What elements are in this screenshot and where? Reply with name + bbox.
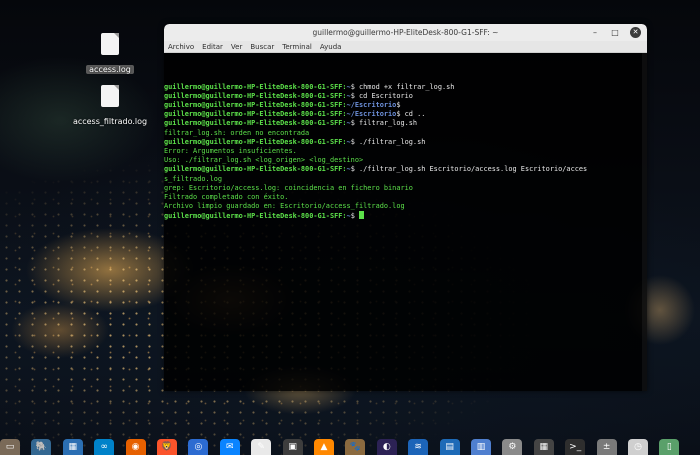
command-output: Filtrado completado con éxito. bbox=[164, 193, 289, 202]
terminal-line: Archivo limpio guardado en: Escritorio/a… bbox=[164, 202, 645, 211]
menu-terminal[interactable]: Terminal bbox=[282, 43, 312, 51]
shell-prompt: guillermo@guillermo-HP-EliteDesk-800-G1-… bbox=[164, 110, 347, 119]
terminal-icon[interactable]: >_ bbox=[565, 439, 586, 455]
close-button[interactable]: ✕ bbox=[630, 27, 641, 38]
text-file-icon bbox=[101, 33, 119, 55]
command-text: $ cd .. bbox=[396, 110, 426, 119]
terminal-line: guillermo@guillermo-HP-EliteDesk-800-G1-… bbox=[164, 138, 645, 147]
terminal-output[interactable]: guillermo@guillermo-HP-EliteDesk-800-G1-… bbox=[164, 53, 647, 391]
text-file-icon bbox=[101, 85, 119, 107]
command-text: $ bbox=[396, 101, 401, 110]
wireshark-icon[interactable]: ≋ bbox=[408, 439, 429, 455]
shell-prompt: guillermo@guillermo-HP-EliteDesk-800-G1-… bbox=[164, 101, 347, 110]
desktop-icon-access-filtrado-log[interactable]: access_filtrado.log bbox=[65, 85, 155, 128]
system-monitor-icon[interactable]: ▦ bbox=[533, 439, 554, 455]
desktop-icon-label: access_filtrado.log bbox=[72, 117, 148, 126]
terminal-line: guillermo@guillermo-HP-EliteDesk-800-G1-… bbox=[164, 119, 645, 128]
command-text: $ ./filtrar_log.sh bbox=[350, 137, 426, 146]
command-text: $ bbox=[350, 212, 360, 221]
menu-ayuda[interactable]: Ayuda bbox=[320, 43, 342, 51]
command-text: $ cd Escritorio bbox=[350, 91, 413, 100]
terminal-line: Uso: ./filtrar_log.sh <log_origen> <log_… bbox=[164, 156, 645, 165]
desktop-icon-label: access.log bbox=[86, 65, 134, 74]
clock-icon[interactable]: ◷ bbox=[628, 439, 648, 455]
menu-buscar[interactable]: Buscar bbox=[250, 43, 274, 51]
text-editor-icon[interactable]: ✎ bbox=[251, 439, 272, 455]
command-output: Archivo limpio guardado en: Escritorio/a… bbox=[164, 202, 405, 211]
vlc-icon[interactable]: ▲ bbox=[314, 439, 334, 455]
terminal-line: guillermo@guillermo-HP-EliteDesk-800-G1-… bbox=[164, 92, 645, 101]
window-titlebar[interactable]: guillermo@guillermo-HP-EliteDesk-800-G1-… bbox=[164, 24, 647, 41]
dock: ▭ 🐘 ▦ ∞ ◉ 🦁 ◎ ✉ ✎ ▣ ▲ 🐾 ◐ ≋ ▤ ▥ ⚙ ▦ >_ ± ◷ ▯ bbox=[0, 439, 700, 455]
terminal-window[interactable]: guillermo@guillermo-HP-EliteDesk-800-G1-… bbox=[164, 24, 647, 391]
terminal-line: guillermo@guillermo-HP-EliteDesk-800-G1-… bbox=[164, 83, 645, 92]
window-controls: – □ ✕ bbox=[590, 27, 641, 38]
terminal-line: guillermo@guillermo-HP-EliteDesk-800-G1-… bbox=[164, 101, 645, 110]
command-output: grep: Escritorio/access.log: coincidenci… bbox=[164, 183, 413, 192]
menu-editar[interactable]: Editar bbox=[202, 43, 223, 51]
shell-prompt: guillermo@guillermo-HP-EliteDesk-800-G1-… bbox=[164, 82, 347, 91]
eclipse-icon[interactable]: ◐ bbox=[376, 439, 397, 455]
terminal-line: guillermo@guillermo-HP-EliteDesk-800-G1-… bbox=[164, 165, 645, 174]
terminal-line: Filtrado completado con éxito. bbox=[164, 193, 645, 202]
menu-bar: Archivo Editar Ver Buscar Terminal Ayuda bbox=[164, 41, 647, 53]
gimp-icon[interactable]: 🐾 bbox=[345, 439, 366, 455]
prompt-path: ~/Escritorio bbox=[346, 110, 397, 119]
command-output: s_filtrado.log bbox=[164, 174, 223, 183]
document-viewer-icon[interactable]: ▥ bbox=[471, 439, 491, 455]
shell-prompt: guillermo@guillermo-HP-EliteDesk-800-G1-… bbox=[164, 212, 347, 221]
terminal-line: grep: Escritorio/access.log: coincidenci… bbox=[164, 184, 645, 193]
shell-prompt: guillermo@guillermo-HP-EliteDesk-800-G1-… bbox=[164, 137, 347, 146]
firefox-icon[interactable]: ◉ bbox=[125, 439, 146, 455]
command-text: $ ./filtrar_log.sh Escritorio/access.log… bbox=[350, 165, 588, 174]
postgresql-icon[interactable]: 🐘 bbox=[31, 439, 52, 455]
command-output: Error: Argumentos insuficientes. bbox=[164, 147, 297, 156]
text-cursor bbox=[359, 211, 365, 220]
calculator-icon[interactable]: ± bbox=[596, 439, 617, 455]
minimize-button[interactable]: – bbox=[590, 27, 600, 38]
terminal-line: guillermo@guillermo-HP-EliteDesk-800-G1-… bbox=[164, 110, 645, 119]
trash-icon[interactable]: ▯ bbox=[659, 439, 680, 455]
terminal-line: filtrar_log.sh: orden no encontrada bbox=[164, 129, 645, 138]
thunderbird-icon[interactable]: ✉ bbox=[219, 439, 240, 455]
desktop-icon-access-log[interactable]: access.log bbox=[65, 33, 155, 76]
terminal-line: s_filtrado.log bbox=[164, 175, 645, 184]
command-output: Uso: ./filtrar_log.sh <log_origen> <log_… bbox=[164, 156, 364, 165]
shell-prompt: guillermo@guillermo-HP-EliteDesk-800-G1-… bbox=[164, 165, 347, 174]
shell-prompt: guillermo@guillermo-HP-EliteDesk-800-G1-… bbox=[164, 91, 347, 100]
brave-icon[interactable]: 🦁 bbox=[157, 439, 177, 455]
calculator-app-icon[interactable]: ▦ bbox=[62, 439, 83, 455]
window-title: guillermo@guillermo-HP-EliteDesk-800-G1-… bbox=[312, 28, 499, 37]
terminal-line: guillermo@guillermo-HP-EliteDesk-800-G1-… bbox=[164, 211, 645, 221]
terminal-line: Error: Argumentos insuficientes. bbox=[164, 147, 645, 156]
photo-icon[interactable]: ▣ bbox=[282, 439, 303, 455]
scrollbar[interactable] bbox=[642, 53, 647, 391]
libreoffice-writer-icon[interactable]: ▤ bbox=[439, 439, 460, 455]
menu-ver[interactable]: Ver bbox=[231, 43, 242, 51]
maximize-button[interactable]: □ bbox=[610, 27, 620, 38]
command-text: $ chmod +x filtrar_log.sh bbox=[350, 82, 455, 91]
shell-prompt: guillermo@guillermo-HP-EliteDesk-800-G1-… bbox=[164, 119, 347, 128]
files-icon[interactable]: ▭ bbox=[0, 439, 20, 455]
menu-archivo[interactable]: Archivo bbox=[168, 43, 194, 51]
settings-icon[interactable]: ⚙ bbox=[502, 439, 523, 455]
chromium-icon[interactable]: ◎ bbox=[188, 439, 209, 455]
command-text: $ filtrar_log.sh bbox=[350, 119, 418, 128]
nextcloud-icon[interactable]: ∞ bbox=[94, 439, 115, 455]
prompt-path: ~/Escritorio bbox=[346, 101, 397, 110]
command-output: filtrar_log.sh: orden no encontrada bbox=[164, 128, 310, 137]
